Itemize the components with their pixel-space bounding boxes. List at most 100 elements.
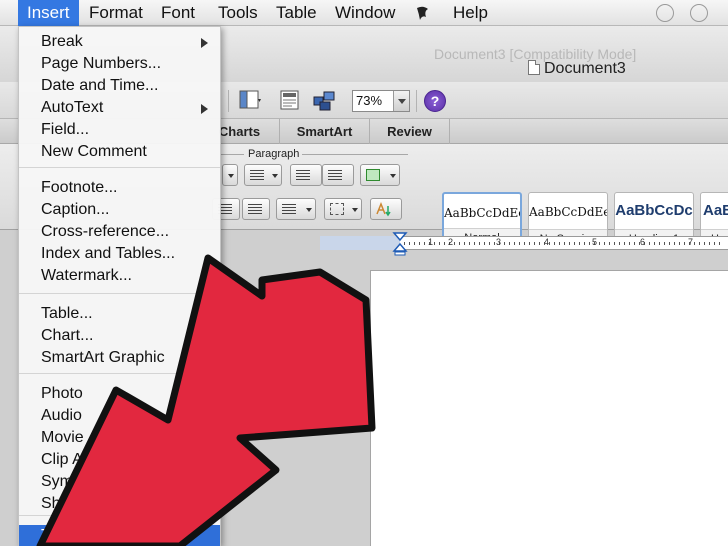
menu-item-watermark[interactable]: Watermark... [19, 265, 220, 287]
ruler-tick [519, 242, 520, 245]
paragraph-group-title: Paragraph [248, 148, 300, 160]
script-menu-icon[interactable] [414, 5, 432, 21]
justify-icon [248, 204, 262, 215]
sidebar-icon[interactable] [238, 88, 262, 112]
menu-item-break[interactable]: Break [19, 31, 220, 53]
menu-item-page-numbers[interactable]: Page Numbers... [19, 53, 220, 75]
zoom-dropdown-arrow[interactable] [393, 91, 409, 111]
increase-indent-button[interactable] [322, 164, 354, 186]
menu-item-audio[interactable]: Audio [19, 405, 220, 427]
menu-separator [19, 373, 220, 374]
menu-item-label: Clip Art [41, 451, 93, 468]
text-direction-button[interactable] [370, 198, 402, 220]
menubar-font[interactable]: Font [161, 3, 195, 23]
ruler-tick [464, 242, 465, 245]
menubar-insert[interactable]: Insert [18, 0, 79, 26]
justify-button[interactable] [242, 198, 270, 220]
line-spacing-icon [282, 204, 296, 215]
menu-item-index-and-tables[interactable]: Index and Tables... [19, 243, 220, 265]
window-title: Document3 [528, 60, 626, 78]
menu-item-clip-art[interactable]: Clip Art [19, 449, 220, 471]
ruler-tick [459, 242, 460, 245]
ruler-tick [424, 242, 425, 245]
window-title-text: Document3 [544, 60, 626, 77]
time-machine-icon[interactable] [690, 4, 708, 22]
ruler-tick [714, 242, 715, 245]
style-sample: AaBbCcDc [615, 202, 693, 219]
numbering-button[interactable] [244, 164, 282, 186]
style-sample: AaBbCcDdEe [444, 206, 520, 220]
media-browser-icon[interactable] [312, 88, 336, 112]
menu-item-field[interactable]: Field... [19, 119, 220, 141]
menu-item-movie[interactable]: Movie [19, 427, 220, 449]
zoom-select[interactable]: 73% [352, 90, 410, 112]
ruler-tick [679, 242, 680, 245]
indent-marker-icon[interactable] [392, 232, 408, 256]
ruler-tick [624, 242, 625, 245]
ruler-number: 5 [592, 237, 598, 247]
ruler-tick [444, 242, 445, 245]
tab-review[interactable]: Review [370, 119, 450, 144]
line-spacing-button[interactable] [276, 198, 316, 220]
columns-button[interactable] [360, 164, 400, 186]
ruler-tick [504, 242, 505, 245]
menu-item-autotext[interactable]: AutoText [19, 97, 220, 119]
text-direction-icon [376, 202, 391, 217]
menu-bar: Insert Format Font Tools Table Window He… [0, 0, 728, 26]
menu-item-label: Break [41, 33, 83, 50]
ruler-number: 3 [496, 237, 502, 247]
tab-smartart[interactable]: SmartArt [280, 119, 370, 144]
menu-item-photo[interactable]: Photo [19, 383, 220, 405]
ruler-tick [609, 242, 610, 245]
menu-item-label: Chart... [41, 327, 94, 344]
menu-item-text-box[interactable]: Text Box [19, 525, 220, 546]
help-button[interactable]: ? [424, 90, 446, 112]
ruler-tick [604, 242, 605, 245]
ruler-tick [619, 242, 620, 245]
menubar-tools[interactable]: Tools [218, 3, 258, 23]
menu-item-caption[interactable]: Caption... [19, 199, 220, 221]
menubar-format[interactable]: Format [89, 3, 143, 23]
notification-icon[interactable] [656, 4, 674, 22]
menu-item-shape[interactable]: Shape... [19, 493, 220, 515]
decrease-indent-button[interactable] [290, 164, 322, 186]
ruler-tick [674, 242, 675, 245]
menubar-window[interactable]: Window [335, 3, 395, 23]
ruler-tick [574, 242, 575, 245]
ruler-tick [654, 242, 655, 245]
ruler-number: 2 [448, 237, 454, 247]
menu-item-symbol[interactable]: Symbol [19, 471, 220, 493]
menu-item-footnote[interactable]: Footnote... [19, 177, 220, 199]
menu-item-table[interactable]: Table... [19, 303, 220, 325]
menu-item-cross-reference[interactable]: Cross-reference... [19, 221, 220, 243]
ruler-tick [494, 242, 495, 245]
ruler-number: 7 [688, 237, 694, 247]
ruler-tick [569, 242, 570, 245]
menu-item-label: Footnote... [41, 179, 118, 196]
menubar-table[interactable]: Table [276, 3, 317, 23]
ruler-tick [564, 242, 565, 245]
ruler-tick [584, 242, 585, 245]
ruler-tick [469, 242, 470, 245]
submenu-arrow-icon [201, 104, 208, 114]
bullets-dropdown[interactable] [222, 164, 238, 186]
menu-item-chart[interactable]: Chart... [19, 325, 220, 347]
menu-item-smartart-graphic[interactable]: SmartArt Graphic [19, 347, 220, 369]
menubar-help[interactable]: Help [453, 3, 488, 23]
menu-item-label: Table... [41, 305, 93, 322]
ruler-tick [474, 242, 475, 245]
menu-item-label: Audio [41, 407, 82, 424]
ruler-tick [489, 242, 490, 245]
document-page[interactable] [370, 270, 728, 546]
menu-item-label: AutoText [41, 99, 104, 116]
ruler-tick [704, 242, 705, 245]
ruler-tick [419, 242, 420, 245]
ruler-tick [414, 242, 415, 245]
menu-item-date-and-time[interactable]: Date and Time... [19, 75, 220, 97]
toolbox-icon[interactable] [278, 88, 302, 112]
ruler-tick [549, 242, 550, 245]
ruler-tick [539, 242, 540, 245]
chevron-down-icon [228, 174, 234, 178]
borders-button[interactable] [324, 198, 362, 220]
menu-item-new-comment[interactable]: New Comment [19, 141, 220, 163]
